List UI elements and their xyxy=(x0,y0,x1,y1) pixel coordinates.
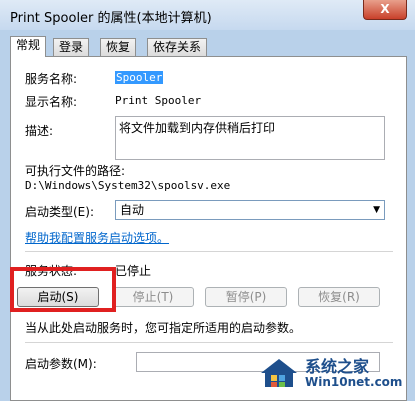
divider xyxy=(25,342,393,343)
watermark-site: Win10net.com xyxy=(305,375,403,389)
house-logo-icon xyxy=(261,359,297,387)
window-title: Print Spooler 的属性(本地计算机) xyxy=(10,11,212,26)
title-bar: Print Spooler 的属性(本地计算机) X xyxy=(0,0,415,30)
startup-type-select[interactable]: 自动 ▼ xyxy=(115,200,385,220)
watermark-brand: 系统之家 xyxy=(305,357,370,376)
stop-button[interactable]: 停止(T) xyxy=(112,287,194,307)
close-button[interactable]: X xyxy=(363,0,407,20)
exe-path-value[interactable]: D:\Windows\System32\spoolsv.exe xyxy=(25,179,230,192)
service-status-label: 服务状态: xyxy=(25,264,78,278)
start-params-label: 启动参数(M): xyxy=(25,357,97,371)
tab-dependencies[interactable]: 依存关系 xyxy=(147,38,208,56)
display-name-label: 显示名称: xyxy=(25,95,78,109)
display-name-value[interactable]: Print Spooler xyxy=(115,94,201,107)
start-button[interactable]: 启动(S) xyxy=(17,287,99,307)
close-icon: X xyxy=(380,2,390,16)
divider xyxy=(25,251,393,252)
chevron-down-icon: ▼ xyxy=(373,205,380,215)
service-name-label: 服务名称: xyxy=(25,72,78,86)
tab-recovery[interactable]: 恢复 xyxy=(100,38,137,56)
service-status-value: 已停止 xyxy=(115,264,152,278)
description-field[interactable]: 将文件加载到内存供稍后打印 xyxy=(115,116,385,160)
exe-path-label: 可执行文件的路径: xyxy=(25,164,126,178)
tab-general[interactable]: 常规 xyxy=(10,36,47,57)
tab-logon[interactable]: 登录 xyxy=(53,38,90,56)
description-label: 描述: xyxy=(25,124,54,138)
pause-button[interactable]: 暂停(P) xyxy=(205,287,287,307)
service-name-value[interactable]: Spooler xyxy=(115,71,164,84)
watermark: 系统之家 Win10net.com xyxy=(257,351,407,393)
help-config-link[interactable]: 帮助我配置服务启动选项。 xyxy=(25,229,169,246)
resume-button[interactable]: 恢复(R) xyxy=(298,287,380,307)
startup-type-value: 自动 xyxy=(120,203,145,217)
start-params-hint: 当从此处启动服务时，您可指定所适用的启动参数。 xyxy=(25,321,302,335)
startup-type-label: 启动类型(E): xyxy=(25,205,94,219)
general-panel: 服务名称: Spooler 显示名称: Print Spooler 描述: 将文… xyxy=(10,56,407,401)
